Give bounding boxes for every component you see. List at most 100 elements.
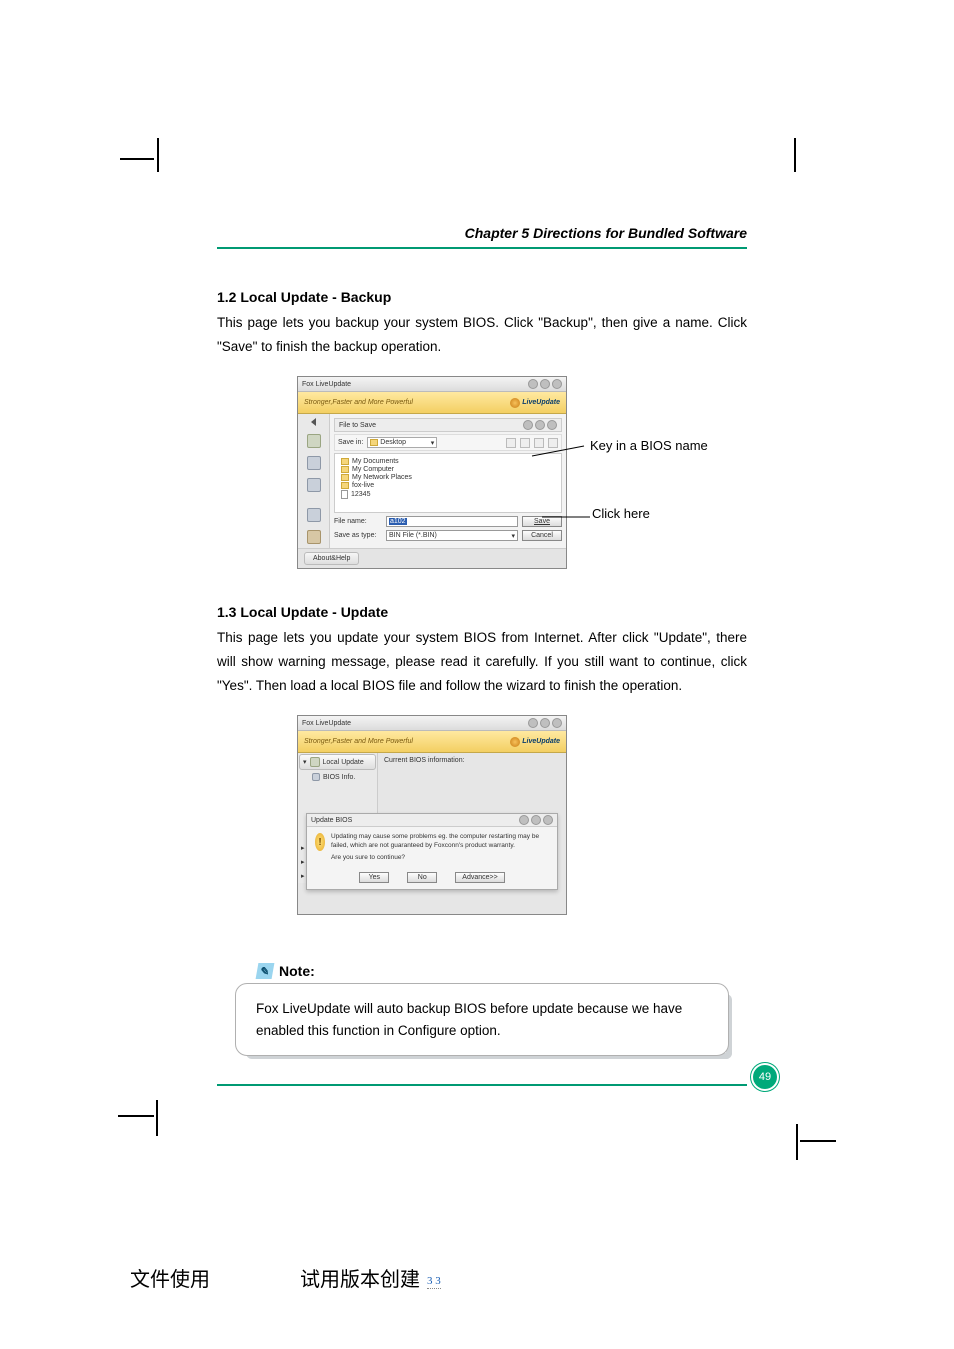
list-item[interactable]: My Computer	[352, 466, 394, 473]
tagline: Stronger,Faster and More Powerful	[304, 399, 413, 406]
chevron-down-icon: ▾	[511, 532, 515, 540]
app-window-update: Fox LiveUpdate Stronger,Faster and More …	[297, 715, 567, 915]
about-help-tab[interactable]: About&Help	[304, 552, 359, 565]
page-number: 49	[753, 1065, 777, 1089]
figure-2: Fox LiveUpdate Stronger,Faster and More …	[232, 715, 732, 935]
folder-icon	[341, 482, 349, 489]
dlg-close-icon[interactable]	[547, 420, 557, 430]
footer: 文件使用 试用版本创建 3 3	[130, 1263, 824, 1292]
section-1-body: This page lets you backup your system BI…	[217, 311, 747, 358]
dlg-max-icon[interactable]	[535, 420, 545, 430]
side-icon-4[interactable]	[307, 508, 321, 522]
window-title: Fox LiveUpdate	[302, 720, 351, 727]
nav-label: Local Update	[323, 759, 364, 766]
footer-mid: 试用版本创建	[300, 1269, 420, 1291]
filename-label: File name:	[334, 518, 382, 525]
nav-label: BIOS Info.	[323, 774, 355, 781]
view-icon[interactable]	[548, 438, 558, 448]
section-2-title: 1.3 Local Update - Update	[217, 604, 747, 620]
tagline: Stronger,Faster and More Powerful	[304, 738, 413, 745]
dialog-message-2: Are you sure to continue?	[331, 854, 549, 862]
chevron-right-icon: ▸	[301, 844, 305, 852]
filetype-value: BIN File (*.BIN)	[389, 532, 437, 539]
note-text: Fox LiveUpdate will auto backup BIOS bef…	[256, 1001, 682, 1038]
list-item[interactable]: My Network Places	[352, 474, 412, 481]
file-list[interactable]: My Documents My Computer My Network Plac…	[334, 453, 562, 513]
folder-icon	[341, 458, 349, 465]
callout-key-in: Key in a BIOS name	[590, 438, 708, 453]
gear-icon[interactable]	[307, 530, 321, 544]
no-button[interactable]: No	[407, 872, 437, 883]
warning-icon: !	[315, 833, 325, 851]
callout-click-here: Click here	[592, 506, 650, 521]
filetype-label: Save as type:	[334, 532, 382, 539]
maximize-icon[interactable]	[540, 718, 550, 728]
section-2-body: This page lets you update your system BI…	[217, 626, 747, 697]
side-icon-2[interactable]	[307, 456, 321, 470]
filename-value: a102	[389, 518, 407, 525]
maximize-icon[interactable]	[540, 379, 550, 389]
save-dialog: File to Save Save in: Desktop ▾	[330, 414, 566, 548]
desktop-icon	[370, 439, 378, 446]
save-in-label: Save in:	[338, 439, 363, 446]
collapse-icon[interactable]	[311, 418, 316, 426]
update-confirm-dialog: Update BIOS ! Updating may cause some pr…	[306, 813, 558, 890]
note-label: Note:	[279, 963, 315, 979]
window-title: Fox LiveUpdate	[302, 381, 351, 388]
newfolder-icon[interactable]	[534, 438, 544, 448]
nav-bios-info[interactable]: BIOS Info.	[298, 771, 377, 783]
chevron-right-icon: ▸	[301, 872, 305, 880]
computer-icon	[341, 466, 349, 473]
note-box: Fox LiveUpdate will auto backup BIOS bef…	[235, 983, 729, 1056]
current-bios-label: Current BIOS information:	[384, 757, 560, 764]
chapter-header: Chapter 5 Directions for Bundled Softwar…	[217, 225, 747, 249]
bottom-rule	[217, 1084, 747, 1086]
brand-label: LiveUpdate	[522, 738, 560, 745]
back-icon[interactable]	[506, 438, 516, 448]
dialog-message-1: Updating may cause some problems eg. the…	[331, 833, 549, 850]
file-icon	[341, 490, 348, 499]
fox-logo-icon	[510, 737, 520, 747]
save-in-dropdown[interactable]: Desktop ▾	[367, 437, 437, 448]
update-icon	[310, 757, 320, 767]
yes-button[interactable]: Yes	[359, 872, 389, 883]
minimize-icon[interactable]	[528, 718, 538, 728]
filetype-dropdown[interactable]: BIN File (*.BIN) ▾	[386, 530, 518, 541]
chevron-down-icon: ▾	[431, 439, 435, 447]
dlg-min-icon[interactable]	[519, 815, 529, 825]
side-icon-1[interactable]	[307, 434, 321, 448]
close-icon[interactable]	[552, 718, 562, 728]
filename-input[interactable]: a102	[386, 516, 518, 527]
list-item[interactable]: fox-live	[352, 482, 374, 489]
chevron-right-icon: ▸	[301, 858, 305, 866]
figure-1: Fox LiveUpdate Stronger,Faster and More …	[232, 376, 732, 576]
info-icon	[312, 773, 320, 781]
network-icon	[341, 474, 349, 481]
chevron-down-icon: ▾	[303, 758, 307, 766]
dlg-max-icon[interactable]	[531, 815, 541, 825]
dlg-close-icon[interactable]	[543, 815, 553, 825]
save-button[interactable]: Save	[522, 516, 562, 527]
up-icon[interactable]	[520, 438, 530, 448]
note-icon: ✎	[256, 963, 275, 979]
cancel-button[interactable]: Cancel	[522, 530, 562, 541]
section-1-title: 1.2 Local Update - Backup	[217, 289, 747, 305]
app-window-save: Fox LiveUpdate Stronger,Faster and More …	[297, 376, 567, 569]
save-in-value: Desktop	[380, 439, 406, 446]
nav-local-update[interactable]: ▾ Local Update	[299, 754, 376, 770]
close-icon[interactable]	[552, 379, 562, 389]
list-item[interactable]: My Documents	[352, 458, 399, 465]
brand-bar: Stronger,Faster and More Powerful LiveUp…	[298, 392, 566, 414]
dialog-title: File to Save	[339, 422, 376, 429]
dlg-min-icon[interactable]	[523, 420, 533, 430]
brand-label: LiveUpdate	[522, 399, 560, 406]
dialog-title: Update BIOS	[311, 817, 352, 824]
minimize-icon[interactable]	[528, 379, 538, 389]
footer-watermark: 3 3	[427, 1275, 441, 1289]
titlebar: Fox LiveUpdate	[298, 377, 566, 392]
side-icon-3[interactable]	[307, 478, 321, 492]
footer-left: 文件使用	[130, 1263, 210, 1292]
note-block: ✎ Note: Fox LiveUpdate will auto backup …	[217, 963, 747, 1056]
list-item[interactable]: 12345	[351, 491, 370, 498]
advance-button[interactable]: Advance>>	[455, 872, 504, 883]
